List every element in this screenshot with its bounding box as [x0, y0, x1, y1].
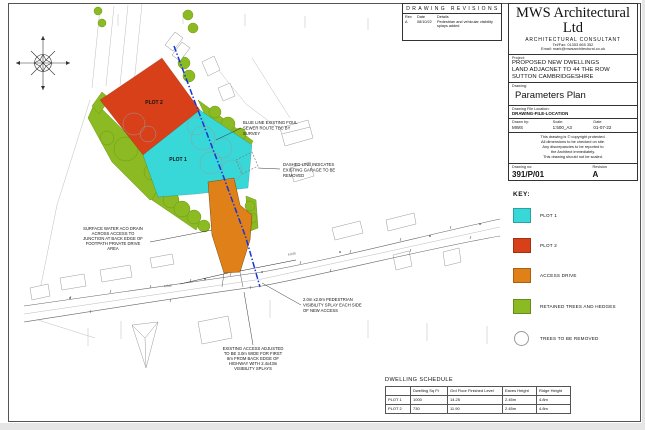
company-name: MWS Architectural Ltd [512, 6, 634, 36]
table-header-row: Dwelling Sq Ft Grd Floor Finished Level … [386, 386, 571, 395]
drawn-by-value: MWS [512, 125, 553, 130]
file-location-value: DRAWING-FILE-LOCATION [512, 111, 634, 116]
drawing-no-label: Drawing no: [512, 165, 578, 169]
revisions-col-date: Date [417, 15, 437, 19]
revisions-col-details: Details [437, 15, 499, 19]
plot1-key-label: PLOT 1 [540, 213, 616, 219]
revision-row-details: Pedestrian and vehicular visibility spla… [437, 20, 499, 29]
page-edge-bottom [0, 423, 645, 430]
drawing-sheet: PLOT 2 PLOT 1 BLUE LINE EXISTING FOUL SE… [0, 0, 645, 430]
drawn-by-label: Drawn by: [512, 120, 553, 124]
retained-trees-key-label: RETAINED TREES AND HEDGES [540, 304, 616, 310]
trees-removed-key-label: TREES TO BE REMOVED [540, 336, 616, 342]
key-item-plot2: PLOT 2 [513, 238, 616, 253]
date-value: 01-07-22 [593, 125, 634, 130]
revision-label: Revision [592, 165, 634, 169]
revisions-col-rev: Rev [405, 15, 417, 19]
project-line-3: SUTTON CAMBRIDGESHIRE [512, 74, 634, 81]
plot2-swatch [513, 238, 531, 253]
access-drive-key-label: ACCESS DRIVE [540, 273, 616, 279]
key-item-trees-removed: TREES TO BE REMOVED [513, 331, 616, 346]
trees-removed-swatch [514, 331, 529, 346]
title-block: MWS Architectural Ltd ARCHITECTURAL CONS… [508, 3, 638, 181]
drawing-title: Parameters Plan [512, 88, 634, 103]
access-drive-swatch [513, 268, 531, 283]
key-item-access-drive: ACCESS DRIVE [513, 268, 616, 283]
dwelling-schedule-title: DWELLING SCHEDULE [385, 377, 571, 383]
retained-trees-swatch [513, 299, 531, 314]
scale-label: Scale: [553, 120, 594, 124]
company-email: Email: mark@mwsarchitectural.co.uk [512, 47, 634, 52]
key-title: KEY: [513, 191, 633, 198]
scale-value: 1:500_A3 [553, 125, 594, 130]
key-legend: KEY: PLOT 1 PLOT 2 ACCESS DRIVE RETAINED… [513, 191, 633, 198]
dwelling-schedule: DWELLING SCHEDULE Dwelling Sq Ft Grd Flo… [385, 377, 571, 414]
key-item-plot1: PLOT 1 [513, 208, 616, 223]
dwelling-schedule-table: Dwelling Sq Ft Grd Floor Finished Level … [385, 386, 571, 414]
date-label: Date: [593, 120, 634, 124]
key-item-retained-trees: RETAINED TREES AND HEDGES [513, 299, 616, 314]
revision-value: A [592, 170, 634, 179]
project-line-1: PROPOSED NEW DWELLINGS [512, 60, 634, 67]
revisions-title: DRAWING REVISIONS [403, 4, 501, 14]
drawing-no-value: 391/P/01 [512, 170, 578, 179]
plot2-key-label: PLOT 2 [540, 243, 616, 249]
copyright-note: This drawing is © copyright protected. A… [509, 133, 637, 164]
revision-row-date: 08/10/22 [417, 20, 437, 29]
table-row: PLOT 2 730 11.90 2.45m 4.8m [386, 404, 571, 413]
plot1-swatch [513, 208, 531, 223]
revision-row-rev: A [405, 20, 417, 29]
table-row: PLOT 1 1000 14.25 2.45m 4.8m [386, 395, 571, 404]
project-line-2: LAND ADJACNET TO 44 THE ROW [512, 67, 634, 74]
drawing-revisions-box: DRAWING REVISIONS Rev Date Details A 08/… [402, 3, 502, 41]
